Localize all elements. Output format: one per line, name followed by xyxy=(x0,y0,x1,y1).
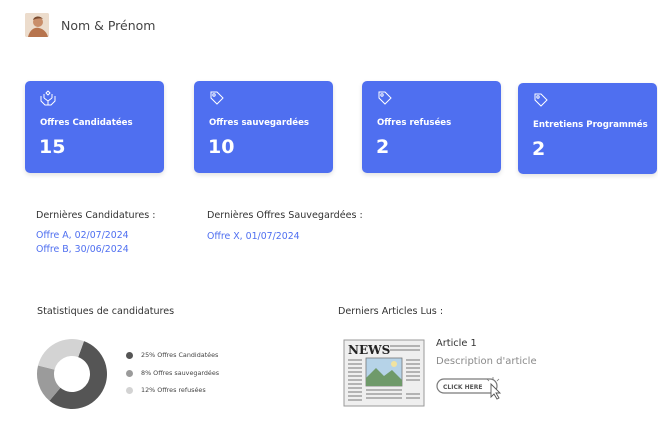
hands-icon xyxy=(40,90,56,106)
card-offres-sauvegardees[interactable]: Offres sauvegardées 10 xyxy=(194,81,333,173)
articles-title: Derniers Articles Lus : xyxy=(338,306,444,317)
legend-dot xyxy=(126,386,133,394)
legend-item: 12% Offres refusées xyxy=(126,386,206,394)
recent-application-link[interactable]: Offre B, 30/06/2024 xyxy=(36,244,129,255)
recent-saved-link[interactable]: Offre X, 01/07/2024 xyxy=(207,231,300,242)
card-label: Offres refusées xyxy=(377,118,452,128)
recent-saved-title: Dernières Offres Sauvegardées : xyxy=(207,210,363,221)
card-value: 15 xyxy=(39,136,66,158)
recent-applications-title: Dernières Candidatures : xyxy=(36,210,156,221)
tag-icon xyxy=(378,91,392,105)
card-label: Offres Candidatées xyxy=(40,118,133,128)
tag-icon xyxy=(534,93,548,107)
card-entretiens-programmes[interactable]: Entretiens Programmés 2 xyxy=(518,83,657,174)
card-offres-candidatees[interactable]: Offres Candidatées 15 xyxy=(25,81,164,173)
recent-application-link[interactable]: Offre A, 02/07/2024 xyxy=(36,230,129,241)
statistics-donut-chart xyxy=(37,339,108,409)
card-label: Entretiens Programmés xyxy=(533,120,648,130)
thumb-news-text: NEWS xyxy=(348,343,390,357)
legend-dot xyxy=(126,351,133,359)
profile-header: Nom & Prénom xyxy=(25,13,156,37)
user-name: Nom & Prénom xyxy=(61,17,156,33)
legend-label: 25% Offres Candidatées xyxy=(141,351,219,359)
card-value: 10 xyxy=(208,136,235,158)
tag-icon xyxy=(210,91,224,105)
legend-item: 8% Offres sauvegardées xyxy=(126,369,219,377)
article-title[interactable]: Article 1 xyxy=(436,338,477,349)
card-label: Offres sauvegardées xyxy=(209,118,310,128)
card-offres-refusees[interactable]: Offres refusées 2 xyxy=(362,81,501,173)
article-description: Description d'article xyxy=(436,356,537,367)
statistics-title: Statistiques de candidatures xyxy=(37,306,175,317)
legend-item: 25% Offres Candidatées xyxy=(126,351,218,359)
legend-label: 8% Offres sauvegardées xyxy=(141,369,220,377)
newspaper-thumbnail[interactable]: NEWS xyxy=(342,338,426,408)
legend-label: 12% Offres refusées xyxy=(141,386,206,394)
donut-slice-2 xyxy=(38,339,85,370)
card-value: 2 xyxy=(376,136,390,158)
avatar[interactable] xyxy=(25,13,49,37)
legend-dot xyxy=(126,369,133,377)
card-value: 2 xyxy=(532,138,546,160)
click-here-button[interactable]: CLICK HERE xyxy=(436,376,506,400)
click-here-label: CLICK HERE xyxy=(443,384,482,391)
